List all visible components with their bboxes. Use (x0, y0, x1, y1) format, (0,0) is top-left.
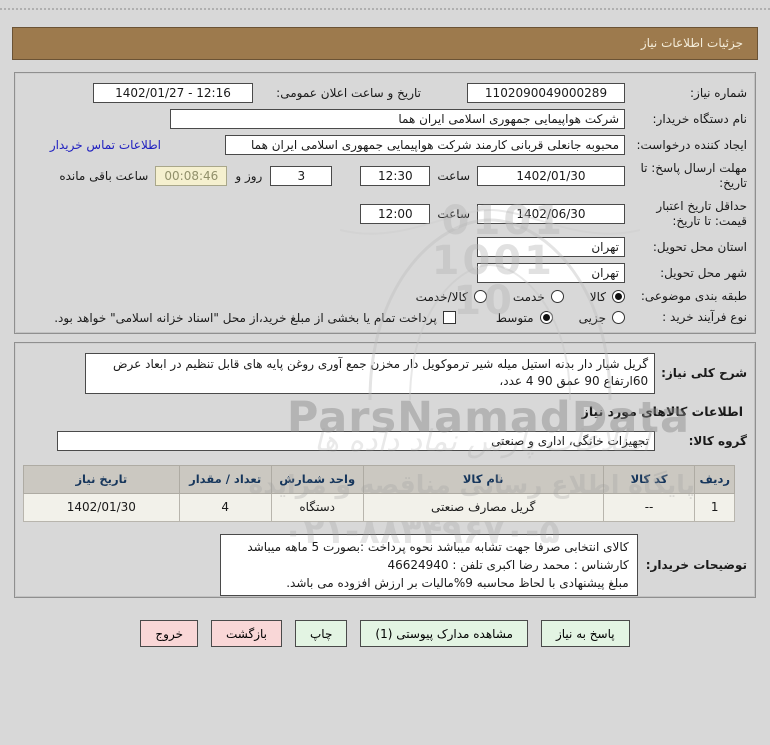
reply-deadline-date-field[interactable]: 1402/01/30 (477, 166, 625, 186)
remaining-hours-label: ساعت باقی مانده (59, 169, 149, 183)
radio-service-icon[interactable] (550, 290, 564, 303)
col-row: ردیف (694, 464, 735, 494)
cell-date: 1402/01/30 (23, 492, 180, 522)
cell-code: -- (602, 492, 696, 522)
table-row[interactable]: 1 -- گریل مصارف صنعتی دستگاه 4 1402/01/3… (23, 492, 735, 522)
col-qty: تعداد / مقدار (178, 464, 272, 494)
general-info-panel: شماره نیاز: 1102090049000289 تاریخ و ساع… (14, 72, 756, 334)
classification-label: طبقه بندی موضوعی: (640, 289, 747, 303)
remaining-days-field[interactable]: 3 (270, 166, 333, 186)
row-province: استان محل تحویل: تهران (23, 237, 747, 257)
radio-goods-label: کالا (589, 289, 606, 304)
process-type-label: نوع فرآیند خرید : (662, 310, 747, 324)
radio-goods-service-label: کالا/خدمت (415, 289, 468, 304)
row-reply-deadline: مهلت ارسال پاسخ: تا تاریخ: 1402/01/30 سا… (23, 161, 747, 191)
province-label: استان محل تحویل: (652, 239, 747, 254)
radio-service[interactable]: خدمت (513, 290, 564, 304)
price-validity-date-field[interactable]: 1402/06/30 (477, 204, 625, 224)
row-need-number: شماره نیاز: 1102090049000289 تاریخ و ساع… (23, 83, 747, 103)
buyer-notes-line: مبلغ پیشنهادی با لحاظ محاسبه 9%مالیات بر… (286, 575, 629, 590)
price-validity-hour-label: ساعت (437, 207, 470, 221)
price-validity-time-field[interactable]: 12:00 (360, 204, 431, 224)
reply-to-need-button[interactable]: پاسخ به نیاز (540, 620, 630, 647)
row-price-validity: حداقل تاریخ اعتبار قیمت: تا تاریخ: 1402/… (23, 199, 747, 229)
page-title: جزئیات اطلاعات نیاز (12, 27, 758, 60)
col-code: کد کالا (602, 464, 696, 494)
row-buyer-name: نام دستگاه خریدار: شرکت هواپیمایی جمهوری… (23, 109, 747, 129)
buyer-name-label: نام دستگاه خریدار: (652, 111, 748, 126)
goods-section-title: اطلاعات کالاهای مورد نیاز (581, 403, 743, 419)
view-attachments-button[interactable]: مشاهده مدارک پیوستی (1) (360, 620, 528, 647)
print-button[interactable]: چاپ (295, 620, 348, 647)
radio-medium-label: متوسط (495, 310, 534, 325)
buyer-notes-line: کارشناس : محمد رضا اکبری تلفن : 46624940 (387, 557, 629, 572)
cell-row: 1 (694, 492, 735, 522)
remaining-days-label: روز و (235, 169, 263, 183)
request-creator-label: ایجاد کننده درخواست: (636, 137, 747, 152)
radio-medium[interactable]: متوسط (496, 311, 553, 325)
need-details-panel: شرح کلی نیاز: گریل شیار دار بدنه استیل م… (14, 342, 756, 598)
col-name: نام کالا (362, 464, 604, 494)
province-field[interactable]: تهران (477, 237, 625, 257)
back-button[interactable]: بازگشت (211, 620, 282, 647)
col-date: تاریخ نیاز (23, 464, 180, 494)
buyer-name-field[interactable]: شرکت هواپیمایی جمهوری اسلامی ایران هما (170, 109, 625, 129)
reply-deadline-hour-label: ساعت (437, 169, 470, 183)
row-city: شهر محل تحویل: تهران (23, 263, 747, 283)
radio-medium-icon[interactable] (539, 311, 553, 324)
col-unit: واحد شمارش (270, 464, 364, 494)
radio-goods-service-icon[interactable] (473, 290, 487, 303)
city-field[interactable]: تهران (477, 263, 625, 283)
row-classification: طبقه بندی موضوعی: کالا خدمت کالا/خدمت (23, 289, 747, 304)
goods-group-field[interactable]: تجهیزات خانگی، اداری و صنعتی (57, 430, 655, 451)
need-number-label: شماره نیاز: (690, 85, 747, 100)
countdown-timer: 00:08:46 (155, 166, 228, 186)
row-goods-group: گروه کالا: تجهیزات خانگی، اداری و صنعتی (23, 430, 747, 451)
announce-datetime-label: تاریخ و ساعت اعلان عمومی: (276, 85, 421, 100)
goods-table: ردیف کد کالا نام کالا واحد شمارش تعداد /… (23, 464, 735, 522)
description-box[interactable]: گریل شیار دار بدنه استیل میله شیر ترموکو… (85, 353, 656, 394)
reply-deadline-label: مهلت ارسال پاسخ: تا تاریخ: (640, 161, 747, 190)
description-label: شرح کلی نیاز: (661, 366, 747, 381)
radio-goods[interactable]: کالا (590, 290, 625, 304)
radio-service-label: خدمت (512, 289, 545, 304)
row-process-type: نوع فرآیند خرید : جزیی متوسط پرداخت تمام… (23, 310, 747, 325)
exit-button[interactable]: خروج (140, 620, 198, 647)
treasury-checkbox-group[interactable]: پرداخت تمام یا بخشی از مبلغ خرید،از محل … (54, 311, 456, 325)
need-number-field[interactable]: 1102090049000289 (467, 83, 625, 103)
treasury-checkbox[interactable] (442, 311, 456, 324)
buyer-notes-box[interactable]: کالای انتخابی صرفا جهت تشابه میباشد نحوه… (219, 533, 638, 596)
radio-goods-service[interactable]: کالا/خدمت (416, 290, 487, 304)
goods-group-label: گروه کالا: (688, 433, 747, 448)
treasury-checkbox-label: پرداخت تمام یا بخشی از مبلغ خرید،از محل … (54, 310, 437, 325)
cell-unit: دستگاه (270, 492, 364, 522)
announce-datetime-field[interactable]: 1402/01/27 - 12:16 (93, 83, 253, 103)
reply-deadline-time-field[interactable]: 12:30 (360, 166, 431, 186)
cell-qty: 4 (178, 492, 272, 522)
radio-partial[interactable]: جزیی (579, 311, 625, 325)
city-label: شهر محل تحویل: (660, 265, 747, 280)
radio-partial-label: جزیی (578, 310, 606, 325)
buyer-notes-label: توضیحات خریدار: (645, 557, 747, 572)
price-validity-label: حداقل تاریخ اعتبار قیمت: تا تاریخ: (656, 199, 747, 228)
buyer-notes-line: کالای انتخابی صرفا جهت تشابه میباشد نحوه… (247, 539, 629, 554)
row-request-creator: ایجاد کننده درخواست: محبوبه جانعلی قربان… (23, 135, 747, 155)
top-divider (0, 8, 770, 10)
row-buyer-notes: توضیحات خریدار: کالای انتخابی صرفا جهت ت… (23, 533, 747, 596)
cell-name: گریل مصارف صنعتی (362, 492, 604, 522)
action-buttons: پاسخ به نیاز مشاهده مدارک پیوستی (1) چاپ… (0, 620, 770, 647)
row-description: شرح کلی نیاز: گریل شیار دار بدنه استیل م… (23, 353, 747, 394)
radio-partial-icon[interactable] (612, 311, 625, 324)
radio-goods-icon[interactable] (612, 290, 625, 303)
request-creator-field[interactable]: محبوبه جانعلی قربانی کارمند شرکت هواپیما… (225, 135, 625, 155)
buyer-contact-link[interactable]: اطلاعات تماس خریدار (50, 138, 161, 152)
goods-table-header-row: ردیف کد کالا نام کالا واحد شمارش تعداد /… (23, 464, 735, 494)
